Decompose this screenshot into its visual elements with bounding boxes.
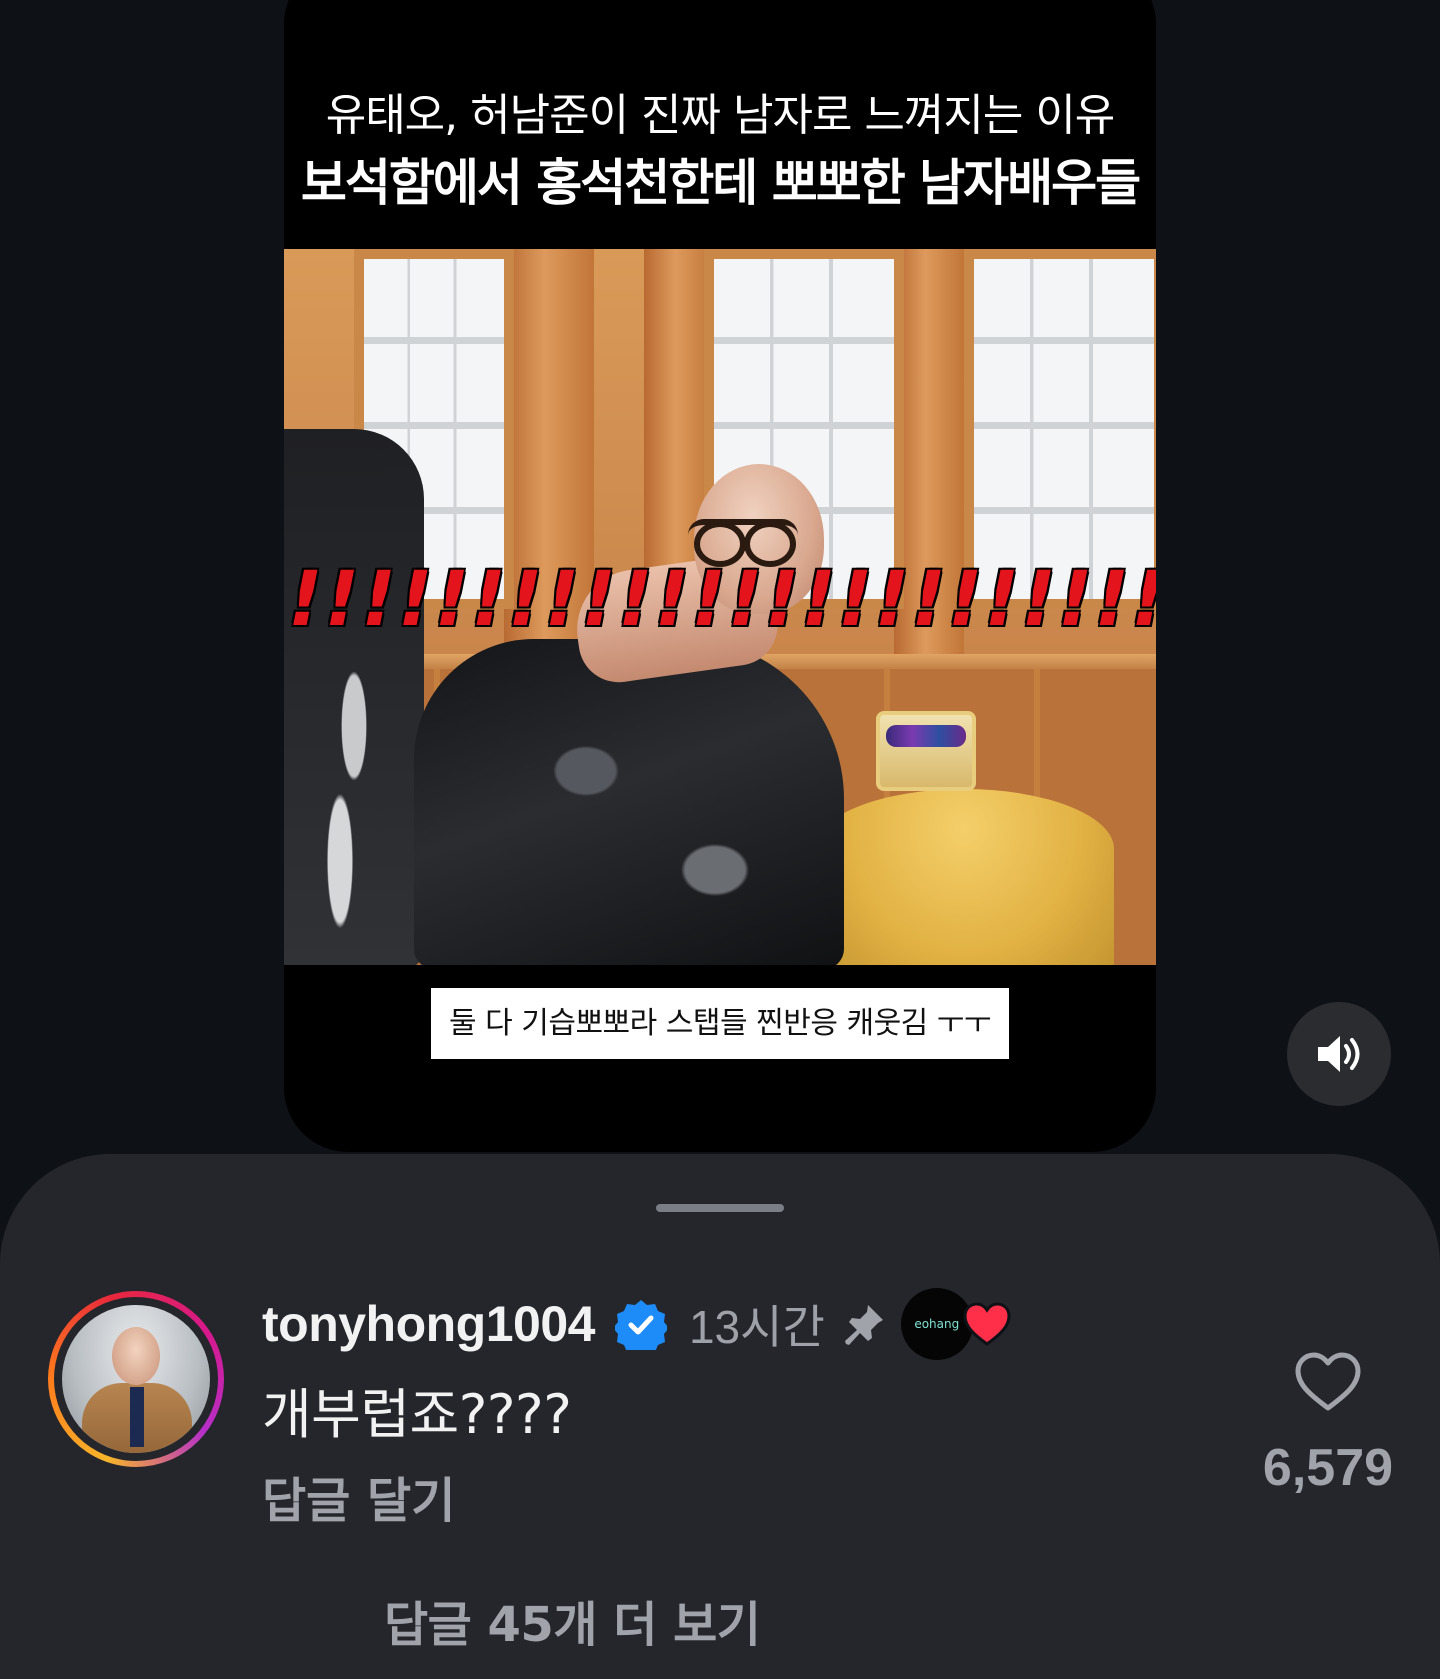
video-caption: 둘 다 기습뽀뽀라 스탭들 찐반응 캐웃김 ㅜㅜ xyxy=(431,988,1009,1059)
jewel-box xyxy=(876,711,976,791)
pin-icon xyxy=(844,1305,883,1345)
scene-table xyxy=(814,789,1114,965)
comment: tonyhong1004 13시간 eohang 개부럽죠???? 답글 달기 xyxy=(262,1288,1242,1532)
creator-liked-indicator: eohang xyxy=(900,1288,1021,1360)
comments-sheet: tonyhong1004 13시간 eohang 개부럽죠???? 답글 달기 xyxy=(0,1154,1440,1679)
person-right xyxy=(414,639,844,965)
app-screen: 유태오, 허남준이 진짜 남자로 느껴지는 이유 보석함에서 홍석천한테 뽀뽀한… xyxy=(0,0,1440,1679)
view-more-replies-button[interactable]: 답글 45개 더 보기 xyxy=(384,1594,761,1656)
comment-text: 개부럽죠???? xyxy=(262,1383,572,1446)
video-player[interactable]: 유태오, 허남준이 진짜 남자로 느껴지는 이유 보석함에서 홍석천한테 뽀뽀한… xyxy=(284,0,1156,1152)
person-left xyxy=(284,429,424,965)
comment-like: 6,579 xyxy=(1240,1350,1416,1498)
comment-username[interactable]: tonyhong1004 xyxy=(262,1295,595,1353)
heart-outline-icon[interactable] xyxy=(1293,1350,1363,1414)
exclamation-overlay: !!!!!!!!!!!!!!!!!!!!!!!!! xyxy=(288,559,1156,639)
video-frame: !!!!!!!!!!!!!!!!!!!!!!!!! xyxy=(284,249,1156,965)
like-count: 6,579 xyxy=(1262,1439,1394,1497)
scene-window xyxy=(964,249,1156,609)
comment-header: tonyhong1004 13시간 eohang xyxy=(262,1288,1242,1360)
heart-filled-icon xyxy=(963,1302,1011,1346)
person-glasses xyxy=(688,519,798,567)
sheet-drag-handle[interactable] xyxy=(656,1204,784,1212)
video-title: 유태오, 허남준이 진짜 남자로 느껴지는 이유 보석함에서 홍석천한테 뽀뽀한… xyxy=(284,86,1156,216)
avatar xyxy=(62,1305,210,1453)
reply-button[interactable]: 답글 달기 xyxy=(262,1470,455,1532)
video-title-line2: 보석함에서 홍석천한테 뽀뽀한 남자배우들 xyxy=(300,154,1141,212)
video-title-line1: 유태오, 허남준이 진짜 남자로 느껴지는 이유 xyxy=(325,90,1116,141)
sound-toggle-button[interactable] xyxy=(1287,1002,1391,1106)
verified-badge-icon xyxy=(614,1300,667,1350)
avatar-story-ring[interactable] xyxy=(48,1291,224,1467)
comment-time: 13시간 xyxy=(688,1301,825,1353)
speaker-on-icon xyxy=(1318,1036,1360,1072)
